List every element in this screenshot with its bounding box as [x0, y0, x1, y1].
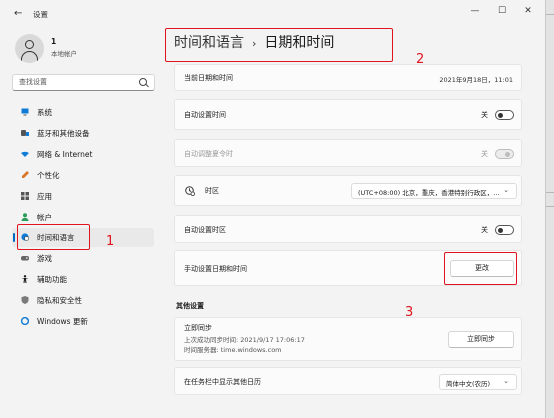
sidebar-item-label: 系统: [37, 108, 52, 117]
auto-timezone-state: 关: [481, 226, 488, 234]
account-type: 本地帐户: [51, 50, 77, 58]
sidebar-item-privacy[interactable]: 隐私和安全性: [12, 291, 154, 310]
shield-icon: [21, 296, 29, 304]
sidebar-item-accessibility[interactable]: 辅助功能: [12, 270, 154, 289]
auto-dst-card: 自动调整夏令时 关: [174, 139, 522, 167]
taskbar-calendar-card: 在任务栏中显示其他日历 简体中文(农历) ⌄: [174, 367, 522, 395]
search-icon[interactable]: [139, 78, 147, 86]
sidebar-item-label: Windows 更新: [37, 317, 88, 326]
auto-dst-label: 自动调整夏令时: [184, 150, 233, 158]
auto-timezone-label: 自动设置时区: [184, 226, 226, 234]
sidebar-item-label: 辅助功能: [37, 275, 67, 284]
timezone-clock-icon: [185, 186, 195, 196]
current-datetime-card: 当前日期和时间 2021年9月18日，11:01: [174, 64, 522, 91]
active-indicator: [13, 233, 15, 242]
annotation-box-2: [165, 28, 393, 62]
person-icon: [21, 213, 29, 221]
sidebar-item-label: 隐私和安全性: [37, 296, 82, 305]
auto-time-toggle[interactable]: [495, 110, 514, 120]
annotation-number-3: 3: [405, 305, 414, 320]
maximize-icon[interactable]: ☐: [495, 6, 509, 16]
sidebar-item-label: 帐户: [37, 213, 52, 222]
edge-line: [546, 14, 554, 15]
timezone-card: 时区 (UTC+08:00) 北京，重庆，香港特别行政区，... ⌄: [174, 175, 522, 206]
sidebar-item-bluetooth[interactable]: 蓝牙和其他设备: [12, 124, 154, 143]
sidebar-item-gaming[interactable]: 游戏: [12, 249, 154, 268]
monitor-icon: [21, 108, 29, 116]
bluetooth-icon: [21, 130, 29, 136]
calendar-select[interactable]: 简体中文(农历) ⌄: [439, 374, 517, 390]
calendar-value: 简体中文(农历): [446, 380, 491, 388]
background-window-edge: [546, 0, 554, 418]
sidebar-item-system[interactable]: 系统: [12, 103, 154, 122]
annotation-box-1: [17, 224, 90, 250]
sidebar-item-network[interactable]: 网络 & Internet: [12, 145, 154, 164]
annotation-number-1: 1: [106, 234, 115, 249]
brush-icon: [22, 171, 29, 178]
auto-dst-toggle: [495, 149, 514, 159]
sidebar-item-label: 蓝牙和其他设备: [37, 129, 90, 138]
sidebar-item-label: 个性化: [37, 171, 60, 180]
sidebar-item-windows-update[interactable]: Windows 更新: [12, 312, 154, 331]
sidebar-item-personalization[interactable]: 个性化: [12, 166, 154, 185]
manual-datetime-label: 手动设置日期和时间: [184, 265, 247, 273]
annotation-number-2: 2: [416, 52, 425, 67]
sync-label: 立即同步: [184, 324, 212, 332]
timezone-value: (UTC+08:00) 北京，重庆，香港特别行政区，...: [358, 189, 500, 197]
back-arrow-icon[interactable]: ←: [14, 8, 22, 19]
auto-time-card: 自动设置时间 关: [174, 99, 522, 130]
app-title: 设置: [33, 10, 48, 19]
settings-window: ← 设置 — ☐ ✕ 1 本地帐户 系统 蓝牙和其他设备 网络 & Intern…: [0, 0, 546, 418]
edge-line: [546, 206, 554, 207]
avatar-shoulders: [21, 51, 38, 61]
close-icon[interactable]: ✕: [521, 6, 535, 16]
title-bar: ← 设置 — ☐ ✕: [0, 0, 546, 26]
search-box[interactable]: [12, 74, 155, 91]
sidebar-item-label: 应用: [37, 192, 52, 201]
auto-dst-state: 关: [481, 150, 488, 158]
search-input[interactable]: [19, 78, 134, 86]
edge-line: [546, 192, 554, 193]
accessibility-icon: [21, 275, 29, 283]
auto-timezone-toggle[interactable]: [495, 225, 514, 235]
minimize-icon[interactable]: —: [468, 6, 482, 16]
chevron-down-icon: ⌄: [503, 186, 509, 194]
sidebar-item-label: 游戏: [37, 254, 52, 263]
time-server-text: 时间服务器: time.windows.com: [184, 346, 282, 354]
user-name: 1: [51, 37, 57, 46]
current-datetime-value: 2021年9月18日，11:01: [439, 76, 513, 84]
timezone-label: 时区: [205, 187, 219, 195]
timezone-select[interactable]: (UTC+08:00) 北京，重庆，香港特别行政区，... ⌄: [351, 183, 517, 199]
taskbar-calendar-label: 在任务栏中显示其他日历: [184, 378, 261, 386]
current-datetime-label: 当前日期和时间: [184, 74, 233, 82]
avatar-head: [25, 40, 34, 49]
auto-timezone-card: 自动设置时区 关: [174, 215, 522, 243]
annotation-box-change: [444, 252, 517, 285]
sync-now-button[interactable]: 立即同步: [448, 331, 514, 348]
sidebar-item-label: 网络 & Internet: [37, 150, 93, 159]
avatar[interactable]: [15, 34, 44, 63]
auto-time-label: 自动设置时间: [184, 111, 226, 119]
apps-icon: [21, 192, 29, 200]
chevron-down-icon: ⌄: [503, 377, 509, 385]
last-sync-text: 上次成功同步时间: 2021/9/17 17:06:17: [184, 336, 305, 344]
auto-time-state: 关: [481, 111, 488, 119]
sync-card: 立即同步 上次成功同步时间: 2021/9/17 17:06:17 时间服务器:…: [174, 317, 522, 361]
sidebar-item-apps[interactable]: 应用: [12, 187, 154, 206]
wifi-icon: [21, 151, 29, 157]
gamepad-icon: [21, 256, 29, 261]
update-icon: [21, 317, 29, 325]
other-settings-title: 其他设置: [176, 302, 204, 310]
